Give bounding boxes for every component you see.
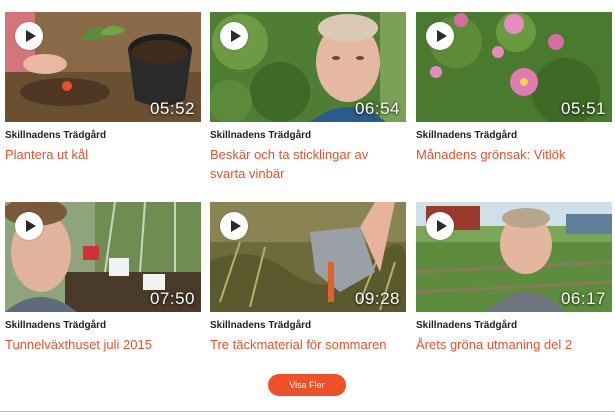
channel-name: Skillnadens Trädgård — [210, 130, 312, 141]
video-duration: 05:52 — [149, 99, 195, 118]
play-icon[interactable] — [426, 22, 454, 50]
video-thumbnail[interactable]: 09:28 — [210, 202, 406, 312]
video-title-link[interactable]: Månadens grönsak: Vitlök — [416, 145, 612, 164]
play-icon[interactable] — [426, 212, 454, 240]
video-duration: 09:28 — [354, 289, 400, 308]
video-thumbnail[interactable]: 05:52 — [5, 12, 201, 122]
video-grid: 05:52 Skillnadens Trädgård Plantera ut k… — [0, 0, 615, 380]
video-title-link[interactable]: Tunnelväxthuset juli 2015 — [5, 335, 201, 354]
show-more-button[interactable]: Visa Fler — [268, 374, 346, 396]
play-icon[interactable] — [220, 212, 248, 240]
video-title-link[interactable]: Tre täckmaterial för sommaren — [210, 335, 406, 354]
video-title-link[interactable]: Beskär och ta sticklingar av svarta vinb… — [210, 145, 406, 183]
video-duration: 07:50 — [149, 289, 195, 308]
video-title-link[interactable]: Årets gröna utmaning del 2 — [416, 335, 612, 354]
channel-name: Skillnadens Trädgård — [5, 130, 107, 141]
channel-name: Skillnadens Trädgård — [416, 320, 518, 331]
video-duration: 05:51 — [560, 99, 606, 118]
channel-name: Skillnadens Trädgård — [210, 320, 312, 331]
video-duration: 06:17 — [560, 289, 606, 308]
play-icon[interactable] — [15, 22, 43, 50]
channel-name: Skillnadens Trädgård — [416, 130, 518, 141]
play-icon[interactable] — [220, 22, 248, 50]
divider — [0, 411, 615, 412]
play-icon[interactable] — [15, 212, 43, 240]
video-thumbnail[interactable]: 06:54 — [210, 12, 406, 122]
video-duration: 06:54 — [354, 99, 400, 118]
channel-name: Skillnadens Trädgård — [5, 320, 107, 331]
video-title-link[interactable]: Plantera ut kål — [5, 145, 201, 164]
video-thumbnail[interactable]: 05:51 — [416, 12, 612, 122]
video-thumbnail[interactable]: 06:17 — [416, 202, 612, 312]
video-thumbnail[interactable]: 07:50 — [5, 202, 201, 312]
